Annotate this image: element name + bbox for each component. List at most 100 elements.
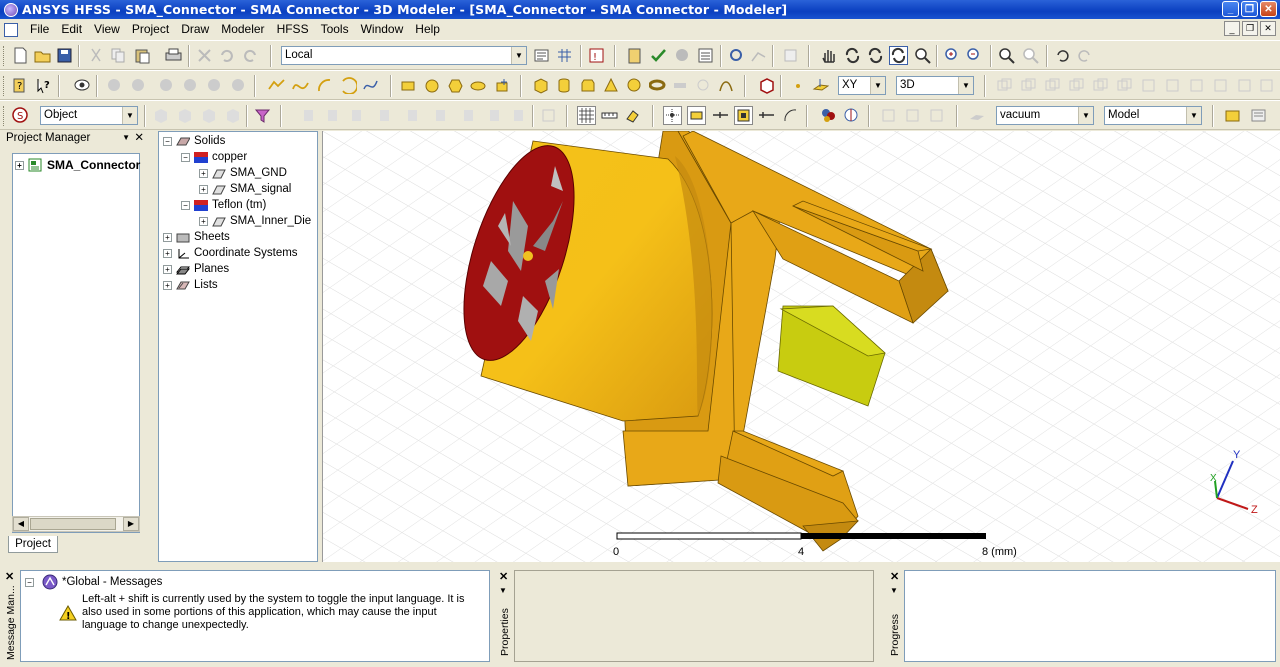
menu-file[interactable]: File — [24, 20, 55, 39]
ruler-icon[interactable] — [601, 107, 618, 124]
cover-icon[interactable] — [1212, 77, 1229, 94]
scroll-thumb[interactable] — [30, 518, 116, 530]
tree-node-copper[interactable]: − copper — [181, 151, 247, 163]
help-context-icon[interactable]: ? — [12, 77, 29, 94]
coordinate-system-create-icon[interactable] — [1250, 107, 1267, 124]
snap-edge-center-icon[interactable] — [712, 107, 729, 124]
assign-3-icon[interactable] — [432, 107, 449, 124]
unite-icon[interactable] — [996, 77, 1013, 94]
pan-hand-icon[interactable] — [820, 47, 837, 64]
tab-project[interactable]: Project — [8, 536, 58, 553]
intersect-icon[interactable] — [1044, 77, 1061, 94]
scroll-left-icon[interactable]: ◀ — [13, 517, 29, 531]
tree-node-teflon[interactable]: − Teflon (tm) — [181, 199, 266, 211]
open-folder-icon[interactable] — [34, 47, 51, 64]
plot-icon[interactable] — [750, 47, 767, 64]
cut-icon[interactable] — [88, 47, 105, 64]
mdi-restore-button[interactable]: ❐ — [1242, 21, 1258, 36]
zoom-out-icon[interactable] — [966, 47, 983, 64]
tree-node-sma-signal[interactable]: + SMA_signal — [199, 183, 291, 195]
close-button[interactable]: ✕ — [1260, 1, 1277, 17]
eraser-icon[interactable] — [624, 107, 641, 124]
snap-vertex-icon[interactable] — [687, 106, 706, 125]
close-icon[interactable]: ✕ — [5, 570, 14, 583]
draw-sphere-icon[interactable] — [626, 77, 643, 94]
print-icon[interactable] — [165, 47, 182, 64]
document-icon[interactable] — [4, 22, 18, 37]
pin-icon[interactable]: ▼ — [890, 586, 898, 595]
project-node[interactable]: + SMA_Connector — [15, 158, 140, 172]
model-type-select[interactable]: Model ▼ — [1104, 106, 1202, 125]
close-icon[interactable]: ✕ — [134, 131, 144, 145]
expand-icon[interactable]: + — [15, 160, 24, 170]
fields-icon[interactable] — [728, 47, 745, 64]
draw-circle-icon[interactable] — [424, 77, 441, 94]
view-mode-select[interactable]: 3D ▼ — [896, 76, 974, 95]
menu-window[interactable]: Window — [355, 20, 410, 39]
draw-spline-icon[interactable] — [292, 77, 309, 94]
draw-ellipse-icon[interactable] — [470, 77, 487, 94]
plane-icon[interactable] — [812, 77, 829, 94]
select-face-icon[interactable] — [152, 107, 169, 124]
select-object-icon[interactable] — [224, 107, 241, 124]
select-mode-select[interactable]: Object ▼ — [40, 106, 138, 125]
material-edit-icon[interactable] — [904, 107, 921, 124]
draw-helix-icon[interactable] — [672, 77, 689, 94]
expand-icon[interactable]: + — [163, 232, 172, 242]
tree-node-sma-gnd[interactable]: + SMA_GND — [199, 167, 287, 179]
draw-rectangle-icon[interactable] — [400, 77, 417, 94]
close-icon[interactable]: ✕ — [890, 570, 899, 583]
draw-torus-icon[interactable] — [649, 77, 666, 94]
select-vertex-icon[interactable] — [200, 107, 217, 124]
sweep-icon[interactable] — [1140, 77, 1157, 94]
draw-spiral-icon[interactable] — [695, 77, 712, 94]
grid-settings-icon[interactable] — [556, 47, 573, 64]
list-icon[interactable] — [1224, 107, 1241, 124]
3d-modeler-viewport[interactable]: 0 4 8 (mm) Y X Z — [322, 131, 1280, 562]
material-2-icon[interactable] — [968, 107, 985, 124]
zoom-in-icon[interactable] — [944, 47, 961, 64]
material-view-icon[interactable] — [928, 107, 945, 124]
assign-icon[interactable] — [376, 107, 393, 124]
draw-region-icon[interactable] — [494, 77, 511, 94]
paste-icon[interactable] — [134, 47, 151, 64]
assign-4-icon[interactable] — [460, 107, 477, 124]
maximize-button[interactable]: ❐ — [1241, 1, 1258, 17]
redo-view-icon[interactable] — [1076, 47, 1093, 64]
transparency-icon[interactable] — [206, 77, 223, 94]
message-manager-side-tab[interactable]: ✕ Message Man... — [2, 570, 18, 662]
tree-node-planes[interactable]: + Planes — [163, 263, 229, 275]
rotate-icon[interactable] — [844, 47, 861, 64]
notes-icon[interactable] — [626, 47, 643, 64]
tree-node-sma-inner-die[interactable]: + SMA_Inner_Die — [199, 215, 311, 227]
draw-box-icon[interactable] — [532, 77, 549, 94]
menu-tools[interactable]: Tools — [315, 20, 355, 39]
render-mode-icon[interactable] — [106, 77, 123, 94]
materials-icon[interactable] — [820, 107, 837, 124]
subtract-icon[interactable] — [1020, 77, 1037, 94]
separate-icon[interactable] — [1116, 77, 1133, 94]
filter-icon[interactable] — [254, 107, 271, 124]
project-tree-scrollbar[interactable]: ◀ ▶ — [12, 516, 140, 532]
draw-line-icon[interactable] — [268, 77, 285, 94]
tree-node-solids[interactable]: − Solids — [163, 135, 225, 147]
render-mode-2-icon[interactable] — [130, 77, 147, 94]
point-icon[interactable] — [790, 77, 807, 94]
collapse-icon[interactable]: − — [181, 200, 190, 210]
mesh-op-icon[interactable] — [348, 107, 365, 124]
expand-icon[interactable]: + — [199, 216, 208, 226]
expand-icon[interactable]: + — [163, 264, 172, 274]
undo-icon[interactable] — [218, 47, 235, 64]
wireframe-icon[interactable] — [182, 77, 199, 94]
menu-help[interactable]: Help — [409, 20, 446, 39]
select-edge-icon[interactable] — [176, 107, 193, 124]
assign-6-icon[interactable] — [510, 107, 527, 124]
material-library-icon[interactable] — [843, 107, 860, 124]
draw-cone-icon[interactable] — [603, 77, 620, 94]
plane-select[interactable]: XY ▼ — [838, 76, 886, 95]
validation-icon[interactable]: ! — [588, 47, 605, 64]
smooth-icon[interactable] — [230, 77, 247, 94]
undo-view-icon[interactable] — [1054, 47, 1071, 64]
collapse-icon[interactable]: − — [25, 577, 34, 587]
thicken-icon[interactable] — [1164, 77, 1181, 94]
